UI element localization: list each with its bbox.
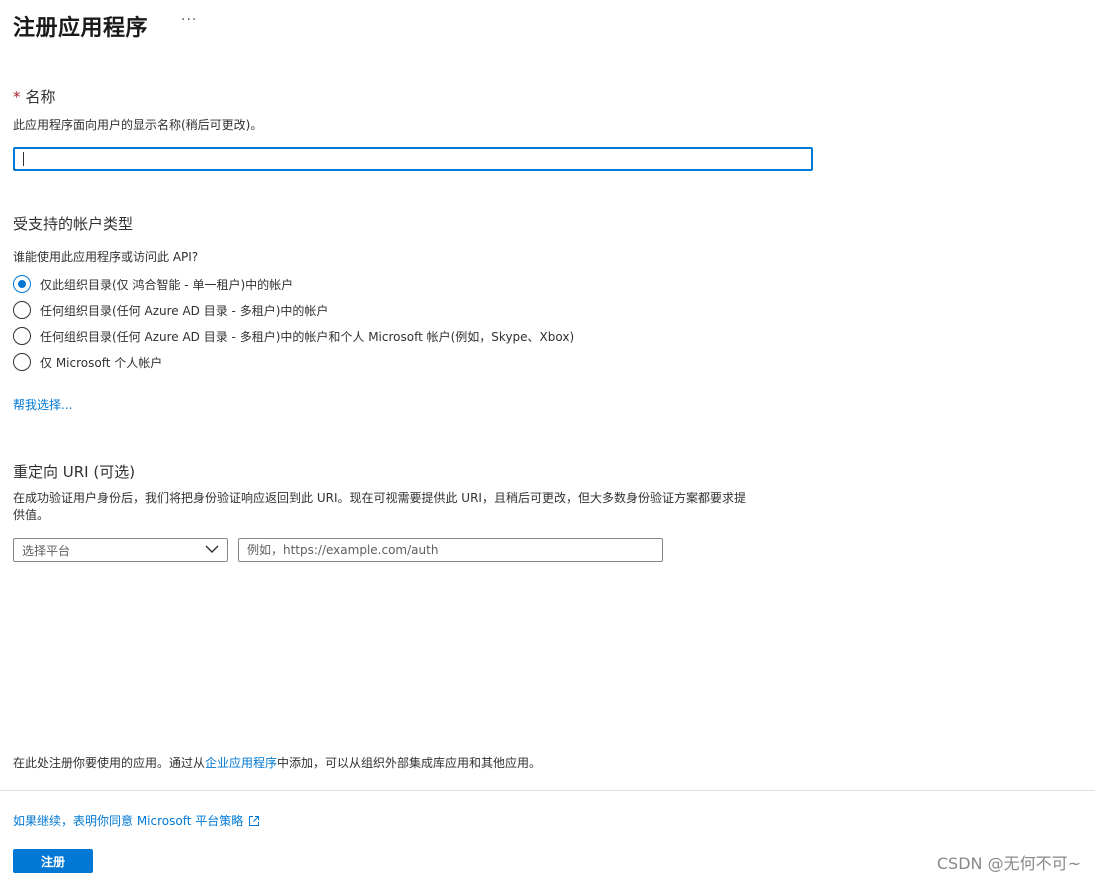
name-label: 名称: [25, 88, 56, 106]
name-description: 此应用程序面向用户的显示名称(稍后可更改)。: [13, 118, 263, 132]
enterprise-applications-link[interactable]: 企业应用程序: [205, 756, 277, 770]
required-marker: *: [13, 88, 21, 106]
external-link-icon: [249, 815, 260, 826]
help-me-choose-link[interactable]: 帮我选择...: [13, 396, 72, 413]
redirect-uri-input[interactable]: 例如，https://example.com/auth: [238, 538, 663, 562]
radio-option-single-tenant[interactable]: 仅此组织目录(仅 鸿合智能 - 单一租户)中的帐户: [13, 275, 293, 293]
text-caret: [23, 152, 24, 166]
page-title: 注册应用程序: [13, 16, 149, 41]
name-section-title: * 名称: [13, 86, 56, 107]
register-note-prefix: 在此处注册你要使用的应用。通过从: [13, 756, 206, 770]
radio-label: 任何组织目录(任何 Azure AD 目录 - 多租户)中的帐户: [40, 303, 329, 318]
radio-option-personal-only[interactable]: 仅 Microsoft 个人帐户: [13, 353, 162, 371]
divider: [0, 790, 1095, 791]
account-types-title: 受支持的帐户类型: [13, 215, 134, 233]
radio-label: 仅此组织目录(仅 鸿合智能 - 单一租户)中的帐户: [40, 277, 294, 292]
chevron-down-icon: [205, 545, 219, 553]
more-options-button[interactable]: ···: [181, 12, 197, 28]
redirect-uri-description-line2: 供值。: [13, 508, 50, 522]
policy-link-text[interactable]: 如果继续，表明你同意 Microsoft 平台策略: [13, 812, 243, 829]
platform-policy-link[interactable]: 如果继续，表明你同意 Microsoft 平台策略: [13, 812, 260, 829]
radio-option-multi-tenant-personal[interactable]: 任何组织目录(任何 Azure AD 目录 - 多租户)中的帐户和个人 Micr…: [13, 327, 574, 345]
redirect-uri-description-line1: 在成功验证用户身份后，我们将把身份验证响应返回到此 URI。现在可视需要提供此 …: [13, 491, 746, 505]
watermark: CSDN @无何不可~: [936, 854, 1081, 873]
platform-select-value: 选择平台: [22, 543, 71, 558]
register-button[interactable]: 注册: [13, 849, 93, 873]
account-types-question: 谁能使用此应用程序或访问此 API?: [13, 250, 199, 264]
radio-button[interactable]: [13, 353, 31, 371]
radio-label: 仅 Microsoft 个人帐户: [40, 355, 163, 370]
register-note-suffix: 中添加，可以从组织外部集成库应用和其他应用。: [277, 756, 542, 770]
radio-option-multi-tenant[interactable]: 任何组织目录(任何 Azure AD 目录 - 多租户)中的帐户: [13, 301, 328, 319]
redirect-uri-title: 重定向 URI (可选): [13, 463, 136, 481]
radio-button-checked[interactable]: [13, 275, 31, 293]
radio-button[interactable]: [13, 327, 31, 345]
radio-button[interactable]: [13, 301, 31, 319]
platform-select-dropdown[interactable]: 选择平台: [13, 538, 228, 562]
radio-label: 任何组织目录(任何 Azure AD 目录 - 多租户)中的帐户和个人 Micr…: [40, 329, 575, 344]
register-note: 在此处注册你要使用的应用。通过从企业应用程序中添加，可以从组织外部集成库应用和其…: [13, 754, 541, 771]
name-input[interactable]: [13, 147, 813, 171]
